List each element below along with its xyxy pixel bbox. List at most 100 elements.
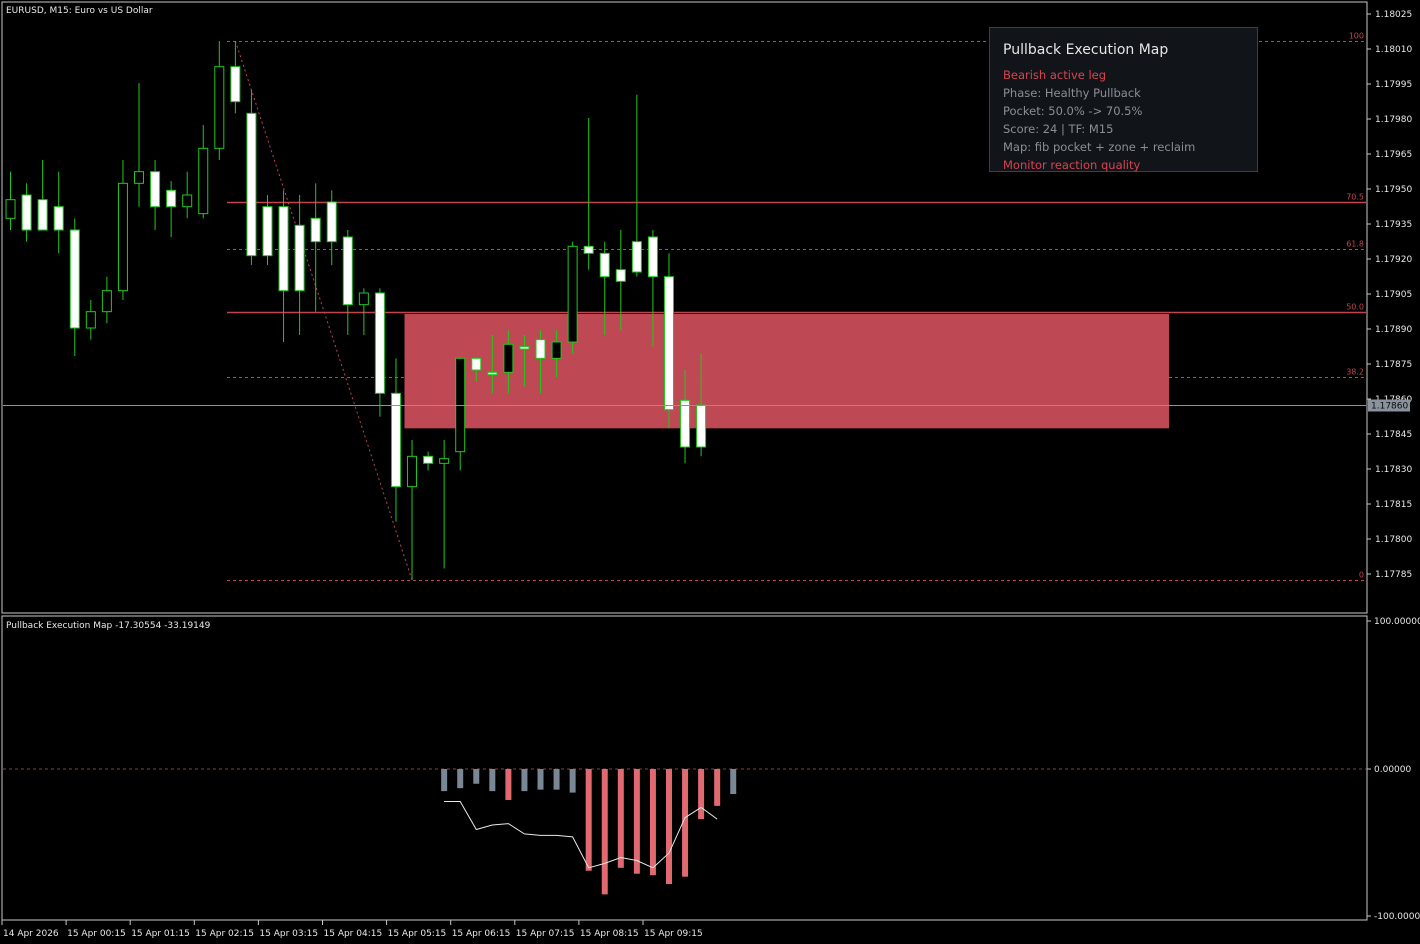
time-tick-label: 14 Apr 2026 xyxy=(3,929,59,939)
indicator-tick-label: -100.00000 xyxy=(1374,912,1420,922)
fib-level-label: 50.0 xyxy=(1346,303,1364,312)
histogram-bar xyxy=(457,769,464,789)
candle-body xyxy=(117,182,128,292)
candle xyxy=(423,451,434,471)
candle xyxy=(278,190,289,342)
price-tick-label: 1.17785 xyxy=(1375,570,1412,580)
fib-level-label: 38.2 xyxy=(1346,368,1364,377)
indicator-tick-label: 100.00000 xyxy=(1374,617,1420,627)
histogram-bar xyxy=(473,769,480,784)
candle-body xyxy=(567,245,578,343)
candles xyxy=(5,41,707,580)
panel-action: Monitor reaction quality xyxy=(1003,158,1141,172)
price-tick-label: 1.17815 xyxy=(1375,500,1412,510)
histogram-bar xyxy=(730,769,737,795)
pullback-zone xyxy=(404,314,1169,429)
time-tick-label: 15 Apr 03:15 xyxy=(259,929,318,939)
candle-body xyxy=(647,236,658,278)
time-tick-label: 15 Apr 00:15 xyxy=(67,929,126,939)
candle-body xyxy=(69,229,80,329)
price-tick-label: 1.18010 xyxy=(1375,45,1412,55)
price-tick-label: 1.17920 xyxy=(1375,255,1412,265)
candle-body xyxy=(326,201,337,243)
candle xyxy=(631,94,642,277)
candle-body xyxy=(551,341,562,359)
candle-body xyxy=(278,206,289,292)
candle xyxy=(134,83,145,207)
candle-body xyxy=(21,194,32,231)
time-tick-label: 15 Apr 01:15 xyxy=(131,929,190,939)
candle-body xyxy=(310,217,321,243)
price-tick-label: 1.17980 xyxy=(1375,115,1412,125)
candle xyxy=(407,440,418,580)
candle xyxy=(246,90,257,265)
candle-body xyxy=(246,112,257,257)
candle xyxy=(37,160,48,231)
indicator-axis: 100.00000 0.00000 -100.00000 xyxy=(3,617,1420,922)
candle-body xyxy=(471,357,482,371)
candle-body xyxy=(503,343,514,373)
candle-body xyxy=(230,66,241,103)
candle xyxy=(5,171,16,230)
fib-level-label: 0 xyxy=(1359,571,1364,580)
candle xyxy=(150,160,161,230)
price-tick-label: 1.18025 xyxy=(1375,10,1412,20)
panel-map: Map: fib pocket + zone + reclaim xyxy=(1003,140,1196,154)
candle-body xyxy=(599,252,610,278)
price-tick-label: 1.17830 xyxy=(1375,465,1412,475)
fib-level-label: 100 xyxy=(1349,32,1364,41)
candle-body xyxy=(214,66,225,149)
candle-body xyxy=(663,276,674,411)
candle xyxy=(663,253,674,429)
current-price-label: 1.17860 xyxy=(1371,402,1408,412)
candle xyxy=(326,190,337,265)
panel-score: Score: 24 | TF: M15 xyxy=(1003,122,1114,136)
candle xyxy=(374,288,385,417)
candle-body xyxy=(262,206,273,257)
candle xyxy=(294,195,305,335)
candle-body xyxy=(423,455,434,464)
price-tick-label: 1.17905 xyxy=(1375,290,1412,300)
price-tick-label: 1.17950 xyxy=(1375,185,1412,195)
candle-body xyxy=(583,245,594,254)
fib-level-label: 61.8 xyxy=(1346,240,1364,249)
indicator-title: Pullback Execution Map -17.30554 -33.191… xyxy=(6,621,211,631)
panel-leg: Bearish active leg xyxy=(1003,68,1107,82)
candle-body xyxy=(101,290,112,313)
candle-body xyxy=(198,147,209,215)
candle xyxy=(53,171,64,254)
indicator-signal xyxy=(444,801,718,869)
pullback-zone-rect xyxy=(404,314,1169,429)
histogram-bar xyxy=(617,769,624,868)
candle-body xyxy=(535,339,546,359)
candle xyxy=(21,183,32,242)
price-tick-label: 1.17935 xyxy=(1375,220,1412,230)
candle-body xyxy=(519,346,530,350)
histogram-bar xyxy=(601,769,608,895)
histogram-bar xyxy=(585,769,592,871)
candle-body xyxy=(85,311,96,329)
candle xyxy=(567,241,578,354)
candle-body xyxy=(615,269,626,282)
panel-phase: Phase: Healthy Pullback xyxy=(1003,86,1141,100)
histogram-bar xyxy=(569,769,576,793)
histogram-bar xyxy=(649,769,656,876)
candle-body xyxy=(53,206,64,231)
histogram-bar xyxy=(714,769,721,806)
histogram-bar xyxy=(489,769,496,792)
candle-body xyxy=(342,236,353,306)
candle xyxy=(214,41,225,160)
candle xyxy=(85,300,96,340)
candle-body xyxy=(407,455,418,488)
panel-pocket: Pocket: 50.0% -> 70.5% xyxy=(1003,104,1143,118)
candle xyxy=(455,357,466,471)
time-tick-label: 15 Apr 07:15 xyxy=(516,929,575,939)
candle xyxy=(439,440,450,569)
candle xyxy=(166,181,177,237)
candle xyxy=(583,118,594,270)
candle-body xyxy=(374,292,385,394)
pullback-panel: Pullback Execution Map Bearish active le… xyxy=(989,27,1258,172)
histogram-bar xyxy=(505,769,512,800)
time-tick-label: 15 Apr 02:15 xyxy=(195,929,254,939)
indicator-tick-label: 0.00000 xyxy=(1374,765,1411,775)
